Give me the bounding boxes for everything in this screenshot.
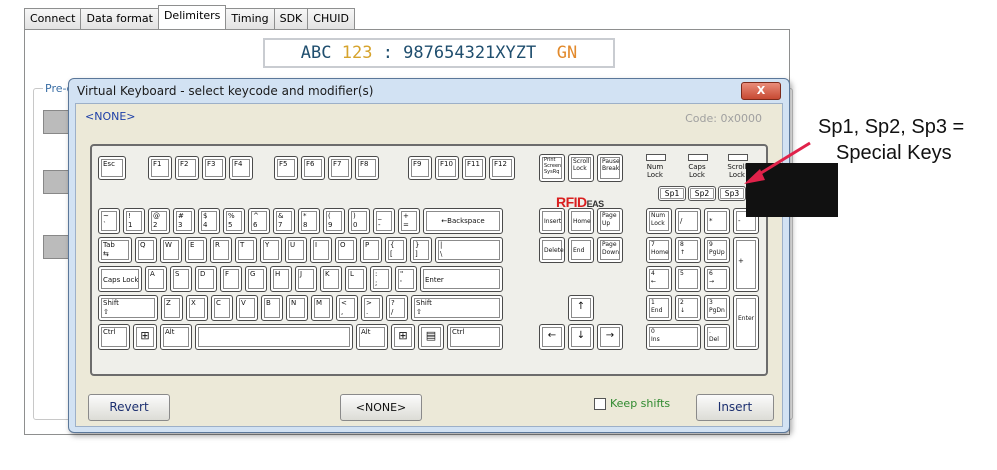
tab-delimiters[interactable]: Delimiters (157, 5, 227, 29)
annotation-arrow-icon (744, 141, 811, 184)
